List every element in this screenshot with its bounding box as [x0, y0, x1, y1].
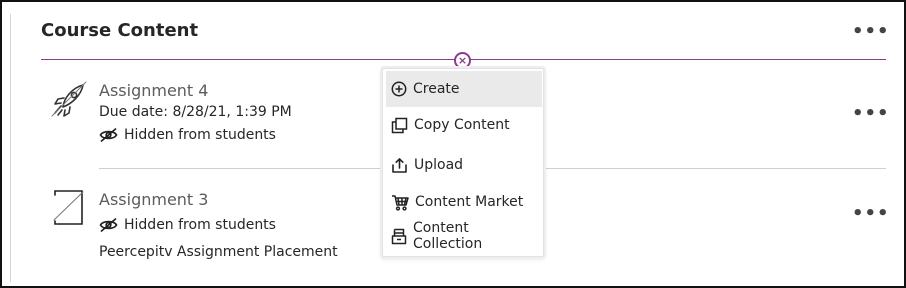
- due-date: Due date: 8/28/21, 1:39 PM: [99, 104, 292, 120]
- menu-item-label: Content Collection: [413, 220, 483, 252]
- item-title[interactable]: Assignment 4: [99, 81, 208, 100]
- visibility-label: Hidden from students: [124, 217, 276, 233]
- menu-item-content-collection[interactable]: Content Collection: [386, 218, 542, 254]
- copy-icon: [391, 117, 408, 133]
- menu-item-label: Copy Content: [414, 117, 510, 133]
- menu-item-create[interactable]: Create: [386, 71, 542, 107]
- item-more-button[interactable]: •••: [852, 105, 890, 123]
- menu-item-label: Upload: [414, 157, 464, 173]
- left-rule: [10, 14, 11, 282]
- document-icon: [50, 187, 90, 227]
- upload-icon: [392, 157, 407, 173]
- page-title: Course Content: [41, 20, 199, 41]
- rocket-icon: [50, 80, 88, 118]
- menu-item-label: Content Market: [415, 194, 524, 210]
- visibility-label: Hidden from students: [124, 127, 276, 143]
- eye-slash-icon: [99, 128, 118, 142]
- collection-icon: [391, 228, 407, 244]
- item-title[interactable]: Assignment 3: [99, 190, 208, 209]
- menu-item-content-market[interactable]: Content Market: [386, 184, 542, 220]
- visibility-status[interactable]: Hidden from students: [99, 217, 276, 233]
- cart-icon: [392, 194, 409, 211]
- menu-item-label: Create: [413, 81, 460, 97]
- add-content-menu: Create Copy Content Upload Content Marke…: [382, 68, 544, 257]
- item-more-button[interactable]: •••: [852, 205, 890, 223]
- eye-slash-icon: [99, 218, 118, 232]
- item-description: Peercepitv Assignment Placement: [99, 244, 338, 260]
- visibility-status[interactable]: Hidden from students: [99, 127, 276, 143]
- close-add-menu-button[interactable]: ×: [454, 52, 471, 69]
- course-content-more-button[interactable]: •••: [852, 23, 890, 41]
- plus-circle-icon: [391, 81, 407, 97]
- menu-item-copy-content[interactable]: Copy Content: [386, 107, 542, 143]
- menu-item-upload[interactable]: Upload: [386, 147, 542, 183]
